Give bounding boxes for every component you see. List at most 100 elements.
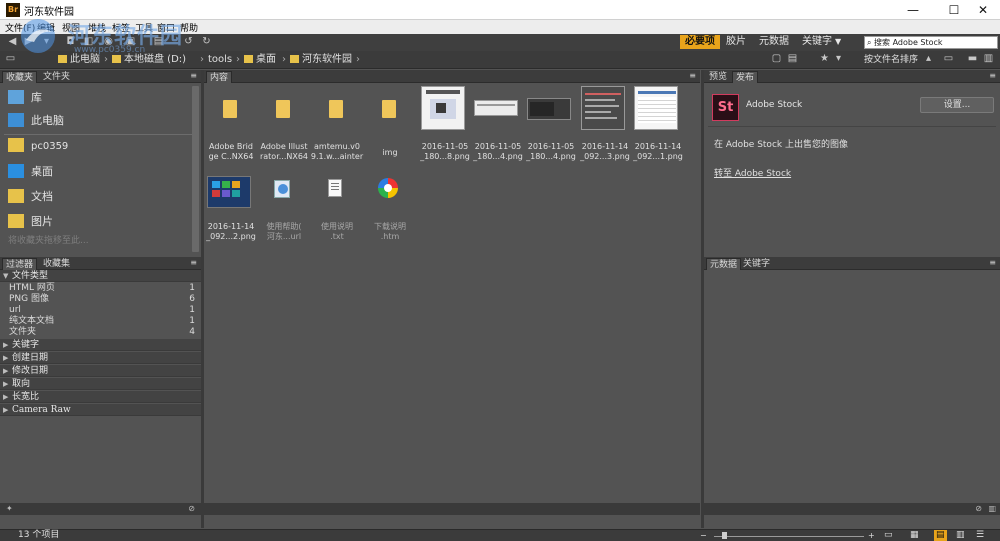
filter-row[interactable]: 文件夹 4 [0,327,201,338]
filter-row[interactable]: HTML 网页 1 [0,283,201,294]
settings-button[interactable]: 设置... [920,97,994,113]
thumbnail-item[interactable] [631,86,681,148]
tab-keywords[interactable]: 关键字 [740,258,773,270]
filter-section-camera-raw[interactable]: ▶ Camera Raw [0,404,201,416]
tab-folders[interactable]: 文件夹 [40,71,73,83]
tab-favorites[interactable]: 收藏夹 [2,71,38,83]
workspace-metadata[interactable]: 元数据 [759,35,789,49]
thumbnail-item[interactable] [578,86,628,148]
camera-download-icon[interactable]: ◘ [64,36,77,48]
favorite-documents[interactable]: 文档 [8,187,53,207]
favorite-pc0359[interactable]: pc0359 [8,137,68,157]
menu-edit[interactable]: 编辑 [37,21,55,34]
delete-icon[interactable]: ▥ [982,53,995,65]
sort-ascending-icon[interactable]: ▴ [922,53,935,65]
open-recent-icon[interactable]: ▭ [942,53,955,65]
batch-rename-icon[interactable]: ▤ [152,36,165,48]
menu-file[interactable]: 文件(F) [5,21,35,34]
thumbnail-item[interactable] [363,86,413,148]
panel-menu-icon[interactable]: ≡ [989,258,996,267]
pin-icon[interactable]: ✦ [6,503,13,515]
favorite-pictures[interactable]: 图片 [8,212,53,232]
view-thumbnails-icon[interactable]: ▦ [910,530,919,541]
menu-help[interactable]: 帮助 [180,21,198,34]
zoom-in-icon[interactable]: + [868,530,875,541]
workspace-essentials[interactable]: 必要项 [680,35,720,49]
rotate-left-icon[interactable]: ↺ [182,36,195,48]
thumbnail-item[interactable] [524,86,574,148]
slider-thumb[interactable] [722,532,727,539]
minimize-button[interactable]: — [896,0,930,20]
filter-section-aspect-ratio[interactable]: ▶ 长宽比 [0,391,201,403]
menu-view[interactable]: 视图 [62,21,80,34]
tab-content[interactable]: 内容 [206,71,233,83]
menu-stack[interactable]: 堆栈 [88,21,106,34]
breadcrumb-tools[interactable]: tools [208,53,232,67]
forward-icon[interactable]: ▶ [22,36,35,48]
search-input[interactable]: ⌕ 搜索 Adobe Stock [864,36,998,49]
breadcrumb-dropdown-icon[interactable]: › [356,53,360,67]
workspace-filmstrip[interactable]: 胶片 [726,35,746,49]
favorite-this-pc[interactable]: 此电脑 [8,111,64,131]
favorite-library[interactable]: 库 [8,88,42,108]
menu-tools[interactable]: 工具 [135,21,153,34]
thumbnail-item[interactable] [204,86,254,148]
filter-row[interactable]: PNG 图像 6 [0,294,201,305]
view-as-list-icon[interactable]: ☰ [976,530,984,541]
thumbnail-item[interactable] [310,86,360,148]
workspace-keywords[interactable]: 关键字 [802,35,832,49]
menu-label[interactable]: 标签 [112,21,130,34]
filter-section-keywords[interactable]: ▶ 关键字 [0,339,201,351]
menu-window[interactable]: 窗口 [157,21,175,34]
favorites-scrollbar[interactable] [192,86,199,252]
filter-row[interactable]: 纯文本文档 1 [0,316,201,327]
thumbnail-item[interactable] [257,86,307,148]
view-details-icon[interactable]: ▤ [934,530,947,541]
back-icon[interactable]: ◀ [6,36,19,48]
thumbnail-size-slider[interactable] [714,536,864,537]
rating-filter-icon[interactable]: ★ [818,53,831,65]
breadcrumb-desktop[interactable]: 桌面 [244,53,276,67]
tab-filter[interactable]: 过滤器 [2,258,38,270]
favorite-desktop[interactable]: 桌面 [8,162,53,182]
tab-metadata[interactable]: 元数据 [706,258,742,270]
favorites-drop-hint: 将收藏夹拖移至此... [8,236,89,246]
refine-icon[interactable]: ◧ [82,36,95,48]
lock-grid-icon[interactable]: ▭ [884,530,893,541]
clear-filter-icon[interactable]: ⊘ [188,503,195,515]
panel-menu-icon[interactable]: ≡ [689,71,696,80]
filter-section-date-modified[interactable]: ▶ 修改日期 [0,365,201,377]
go-to-adobe-stock-link[interactable]: 转至 Adobe Stock [714,166,791,179]
tab-preview[interactable]: 预览 [706,71,730,83]
panel-menu-icon[interactable]: ≡ [190,71,197,80]
workspace-dropdown-icon[interactable]: ▼ [835,35,841,49]
tab-publish[interactable]: 发布 [732,71,759,83]
filter-section-file-type[interactable]: ▼ 文件类型 [0,270,201,282]
thumbnail-item[interactable] [418,86,468,148]
filter-row[interactable]: url 1 [0,305,201,316]
open-in-camera-raw-icon[interactable]: ◉ [102,36,115,48]
breadcrumb-this-pc[interactable]: 此电脑 [58,53,100,67]
thumbnail-item[interactable] [471,86,521,148]
rotate-right-icon[interactable]: ↻ [200,36,213,48]
filter-section-date-created[interactable]: ▶ 创建日期 [0,352,201,364]
output-icon[interactable]: ▣ [124,36,137,48]
view-list-icon[interactable]: ▥ [956,530,965,541]
panel-menu-icon[interactable]: ≡ [190,258,197,267]
tab-collections[interactable]: 收藏集 [40,258,73,270]
clear-icon[interactable]: ⊘ [975,503,982,515]
new-folder-icon[interactable]: ▬ [966,53,979,65]
breadcrumb-current-folder[interactable]: 河东软件园 [290,53,352,67]
library-icon [8,90,24,104]
view-menu-icon[interactable]: ▤ [786,53,799,65]
breadcrumb-local-disk[interactable]: 本地磁盘 (D:) [112,53,186,67]
rating-dropdown-icon[interactable]: ▾ [832,53,845,65]
quality-icon[interactable]: ▢ [770,53,783,65]
panel-menu-icon[interactable]: ≡ [989,71,996,80]
delete-icon[interactable]: ▥ [988,503,996,515]
sort-by-filename[interactable]: 按文件名排序 [864,53,918,67]
filter-section-orientation[interactable]: ▶ 取向 [0,378,201,390]
zoom-out-icon[interactable]: − [700,530,707,541]
recent-folders-icon[interactable]: ▾ [40,36,53,48]
close-button[interactable]: ✕ [966,0,1000,20]
